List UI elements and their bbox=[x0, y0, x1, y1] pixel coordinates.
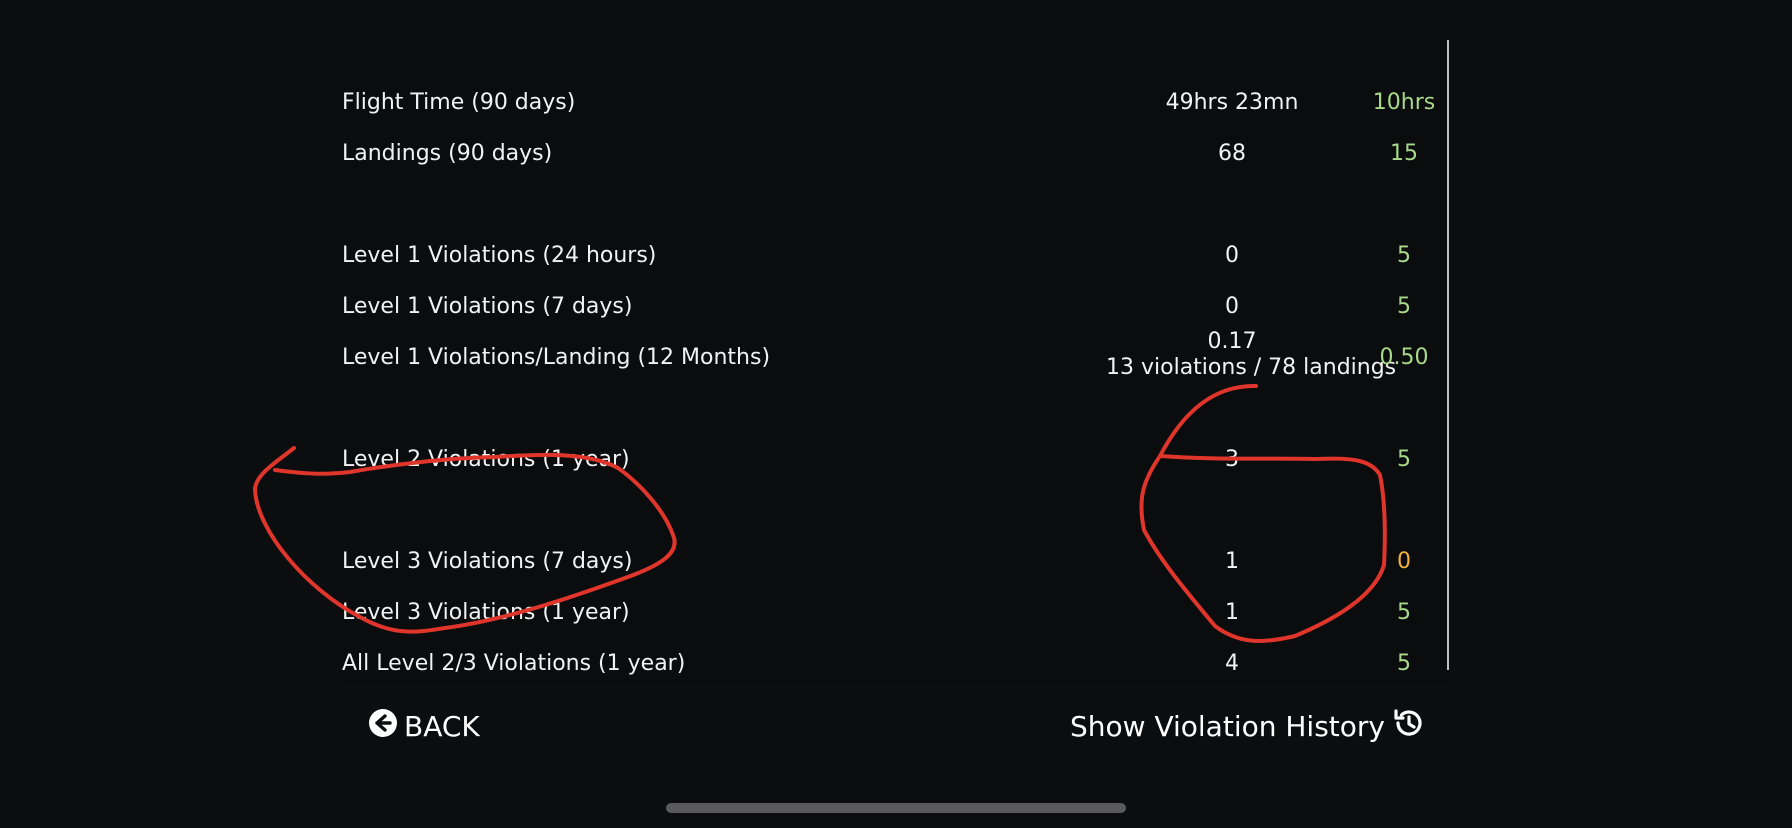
arrow-left-circle-icon bbox=[368, 708, 398, 745]
row-label: Level 1 Violations (7 days) bbox=[342, 294, 633, 319]
row-label: Landings (90 days) bbox=[342, 141, 553, 166]
row-label: Level 1 Violations (24 hours) bbox=[342, 243, 657, 268]
table-row: All Level 2/3 Violations (1 year) 4 5 bbox=[342, 643, 1448, 683]
back-label: BACK bbox=[404, 709, 480, 743]
table-row: Level 1 Violations (24 hours) 0 5 bbox=[342, 235, 1448, 275]
row-limit: 0.50 bbox=[1379, 345, 1429, 370]
row-label: All Level 2/3 Violations (1 year) bbox=[342, 651, 686, 676]
row-label: Level 2 Violations (1 year) bbox=[342, 447, 630, 472]
row-value: 1 bbox=[1225, 549, 1239, 574]
row-limit: 5 bbox=[1397, 243, 1411, 268]
show-violation-history-button[interactable]: Show Violation History bbox=[1070, 708, 1425, 744]
row-limit: 5 bbox=[1397, 600, 1411, 625]
table-row: Flight Time (90 days) 49hrs 23mn 10hrs bbox=[342, 82, 1448, 122]
back-button[interactable]: BACK bbox=[368, 708, 480, 744]
ratio-detail: 13 violations / 78 landings bbox=[1106, 355, 1397, 380]
row-value: 68 bbox=[1218, 141, 1246, 166]
screen: Flight Time (90 days) 49hrs 23mn 10hrs L… bbox=[0, 0, 1792, 828]
history-label: Show Violation History bbox=[1070, 709, 1385, 743]
row-value: 0 bbox=[1225, 294, 1239, 319]
scrollbar[interactable] bbox=[1447, 40, 1449, 670]
row-label: Level 1 Violations/Landing (12 Months) bbox=[342, 345, 771, 370]
row-value: 3 bbox=[1225, 447, 1239, 472]
history-icon bbox=[1391, 706, 1425, 747]
row-limit: 5 bbox=[1397, 294, 1411, 319]
row-limit: 5 bbox=[1397, 651, 1411, 676]
row-limit: 15 bbox=[1390, 141, 1418, 166]
row-label: Level 3 Violations (1 year) bbox=[342, 600, 630, 625]
stats-table: Flight Time (90 days) 49hrs 23mn 10hrs L… bbox=[342, 40, 1448, 682]
table-row: Level 1 Violations/Landing (12 Months) 0… bbox=[342, 329, 1448, 380]
row-label: Level 3 Violations (7 days) bbox=[342, 549, 633, 574]
row-value: 0 bbox=[1225, 243, 1239, 268]
row-limit: 10hrs bbox=[1372, 90, 1436, 115]
table-row: Landings (90 days) 68 15 bbox=[342, 133, 1448, 173]
row-value: 4 bbox=[1225, 651, 1239, 676]
row-value: 0.17 13 violations / 78 landings bbox=[1106, 329, 1397, 381]
row-limit: 5 bbox=[1397, 447, 1411, 472]
ratio-value: 0.17 bbox=[1207, 329, 1257, 354]
table-row: Level 2 Violations (1 year) 3 5 bbox=[342, 439, 1448, 479]
row-label: Flight Time (90 days) bbox=[342, 90, 576, 115]
row-value: 49hrs 23mn bbox=[1165, 90, 1299, 115]
row-limit: 0 bbox=[1397, 549, 1411, 574]
table-row: Level 3 Violations (1 year) 1 5 bbox=[342, 592, 1448, 632]
footer-bar: BACK Show Violation History bbox=[0, 690, 1792, 760]
row-value: 1 bbox=[1225, 600, 1239, 625]
table-row: Level 3 Violations (7 days) 1 0 bbox=[342, 541, 1448, 581]
table-row: Level 1 Violations (7 days) 0 5 bbox=[342, 286, 1448, 326]
home-indicator[interactable] bbox=[666, 803, 1126, 813]
